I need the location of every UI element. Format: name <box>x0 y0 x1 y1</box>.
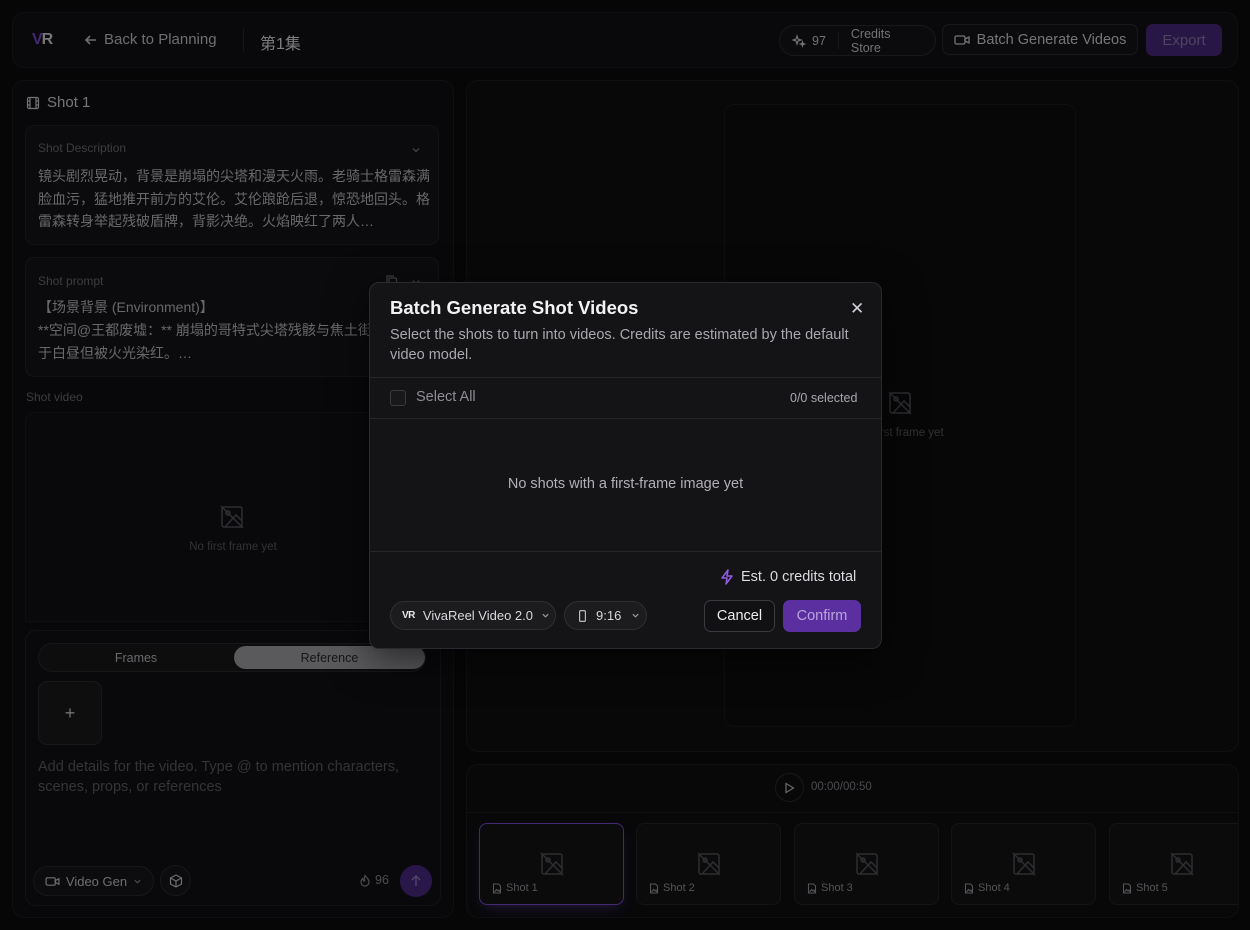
lightning-icon <box>721 569 733 585</box>
modal-divider <box>370 418 881 419</box>
model-logo: VR <box>402 610 415 621</box>
modal-description: Select the shots to turn into videos. Cr… <box>390 327 849 363</box>
modal-divider <box>370 551 881 552</box>
empty-state-text: No shots with a first-frame image yet <box>507 476 744 492</box>
aspect-ratio-select[interactable]: 9:16 <box>564 601 647 630</box>
portrait-ratio-icon <box>579 609 586 622</box>
close-icon[interactable]: ✕ <box>850 299 864 319</box>
selected-count: 0/0 selected <box>790 391 858 405</box>
model-name: VivaReel Video 2.0 <box>422 608 534 623</box>
cancel-button[interactable]: Cancel <box>704 600 775 632</box>
modal-divider <box>370 377 881 378</box>
ratio-value: 9:16 <box>596 608 622 623</box>
select-all-label[interactable]: Select All <box>416 389 476 405</box>
video-model-select[interactable]: VR VivaReel Video 2.0 <box>390 601 556 630</box>
confirm-button[interactable]: Confirm <box>783 600 861 632</box>
credits-estimate-text: Est. 0 credits total <box>741 569 857 585</box>
chevron-down-icon <box>632 613 639 618</box>
select-all-checkbox[interactable] <box>390 390 406 406</box>
chevron-down-icon <box>542 613 549 618</box>
modal-title: Batch Generate Shot Videos <box>390 297 639 318</box>
credits-estimate: Est. 0 credits total <box>720 569 856 585</box>
